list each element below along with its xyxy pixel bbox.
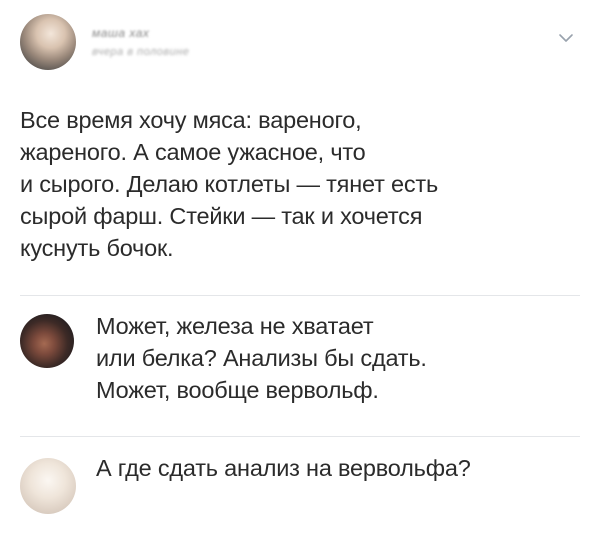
chevron-down-icon[interactable] xyxy=(558,32,574,44)
author-avatar[interactable] xyxy=(20,14,76,70)
commenter-avatar[interactable] xyxy=(20,314,74,368)
comment-text: Может, железа не хватает или белка? Анал… xyxy=(96,313,427,403)
divider xyxy=(20,436,580,437)
author-name[interactable]: маша хах xyxy=(92,26,149,40)
post-date[interactable]: вчера в половине xyxy=(92,46,189,58)
divider xyxy=(20,295,580,296)
post-header: маша хах вчера в половине xyxy=(20,14,580,76)
comment-text: А где сдать анализ на вервольфа? xyxy=(96,455,471,481)
commenter-avatar[interactable] xyxy=(20,458,76,514)
post-text: Все время хочу мяса: вареного, жареного.… xyxy=(20,107,438,261)
